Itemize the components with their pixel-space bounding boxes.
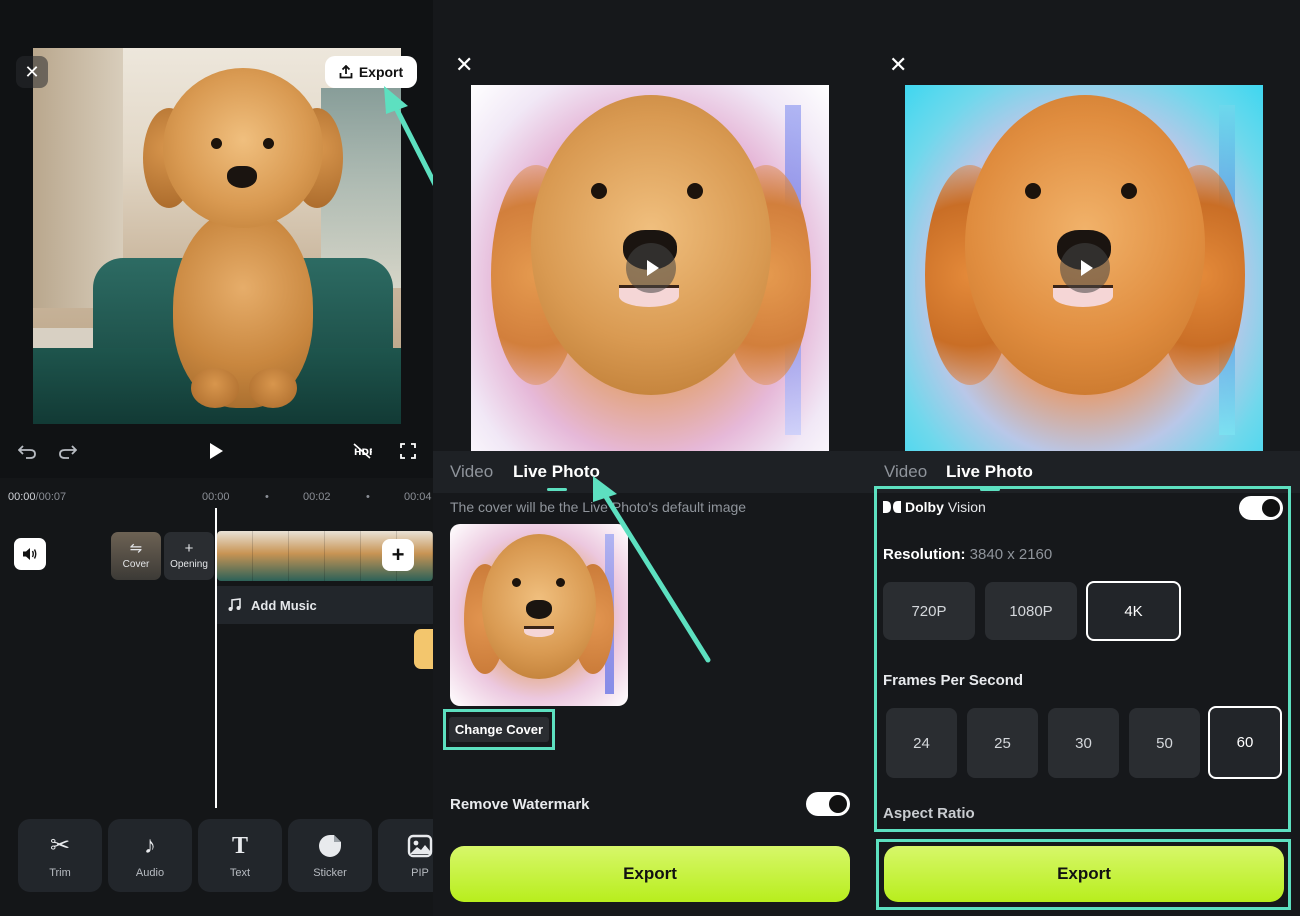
tool-audio[interactable]: ♪ Audio [108,819,192,892]
resolution-option-1080p[interactable]: 1080P [985,582,1077,640]
plus-icon: + [184,540,194,557]
fps-option-50[interactable]: 50 [1129,708,1200,778]
dolby-icon [883,501,901,513]
export-button[interactable]: Export [884,846,1284,902]
opening-button[interactable]: + Opening [164,532,214,580]
tool-pip[interactable]: PIP [378,819,433,892]
swap-icon: ⇋ [129,540,143,557]
aspect-ratio-label: Aspect Ratio [883,805,975,822]
sticker-clip[interactable] [414,629,433,669]
ruler-tick: 00:04 [404,491,432,503]
music-note-icon [228,598,241,611]
play-icon [1081,260,1093,276]
play-button[interactable] [1060,243,1110,293]
plus-icon: + [391,542,405,567]
current-time: 00:00/00:07 [8,491,67,503]
playhead[interactable] [215,508,217,808]
add-clip-button[interactable]: + [382,539,414,571]
play-button[interactable] [210,438,223,464]
volume-icon [23,548,37,560]
resolution-value: 3840 x 2160 [969,546,1053,563]
hdr-button[interactable]: HDR [352,438,372,464]
dolby-vision-logo: Dolby Vision [883,499,986,515]
sticker-icon [317,833,343,859]
remove-watermark-label: Remove Watermark [450,796,590,813]
resolution-label: Resolution: 3840 x 2160 [883,546,1053,563]
redo-button[interactable] [59,438,77,464]
remove-watermark-toggle[interactable] [806,792,850,816]
live-photo-export-panel: ✕ Video Live Photo The cover will be the… [433,0,867,916]
annotation-arrow [593,476,711,663]
resolution-option-4k[interactable]: 4K [1086,581,1181,641]
undo-icon [18,445,36,459]
resolution-option-720p[interactable]: 720P [883,582,975,640]
music-note-icon: ♪ [144,831,156,859]
hdr-icon: HDR [353,443,372,459]
text-t-icon: T [231,832,248,859]
tab-live-photo[interactable]: Live Photo [946,462,1033,482]
fps-option-25[interactable]: 25 [967,708,1038,778]
dolby-vision-toggle[interactable] [1239,496,1283,520]
export-preview[interactable] [905,85,1263,451]
editor-panel: ✕ Export HDR 00:00/00:07 00:00 • 00:0 [0,0,433,916]
tab-video[interactable]: Video [884,462,927,482]
pip-icon [407,833,433,859]
fps-option-60[interactable]: 60 [1208,706,1282,779]
fps-option-30[interactable]: 30 [1048,708,1119,778]
add-music-track[interactable]: Add Music [217,586,433,624]
export-button[interactable]: Export [450,846,850,902]
ruler-tick: 00:02 [303,491,331,503]
mute-clip-button[interactable] [14,538,46,570]
redo-icon [59,445,77,459]
fullscreen-button[interactable] [400,438,416,464]
ruler-tick: • [366,491,370,503]
tool-trim[interactable]: ✂ Trim [18,819,102,892]
close-button[interactable]: ✕ [889,52,907,78]
export-settings-panel: ✕ Video Live Photo Dolby Vision Resolutio… [867,0,1300,916]
undo-button[interactable] [18,438,36,464]
fps-option-24[interactable]: 24 [886,708,957,778]
tool-sticker[interactable]: Sticker [288,819,372,892]
fullscreen-icon [400,443,416,459]
play-icon [210,443,223,459]
ruler-tick: • [265,491,269,503]
scissors-icon: ✂ [49,831,71,859]
settings-highlight [874,486,1291,832]
fps-label: Frames Per Second [883,672,1024,689]
cover-button[interactable]: ⇋ Cover [111,532,161,580]
ruler-tick: 00:00 [202,491,230,503]
tool-text[interactable]: T Text [198,819,282,892]
